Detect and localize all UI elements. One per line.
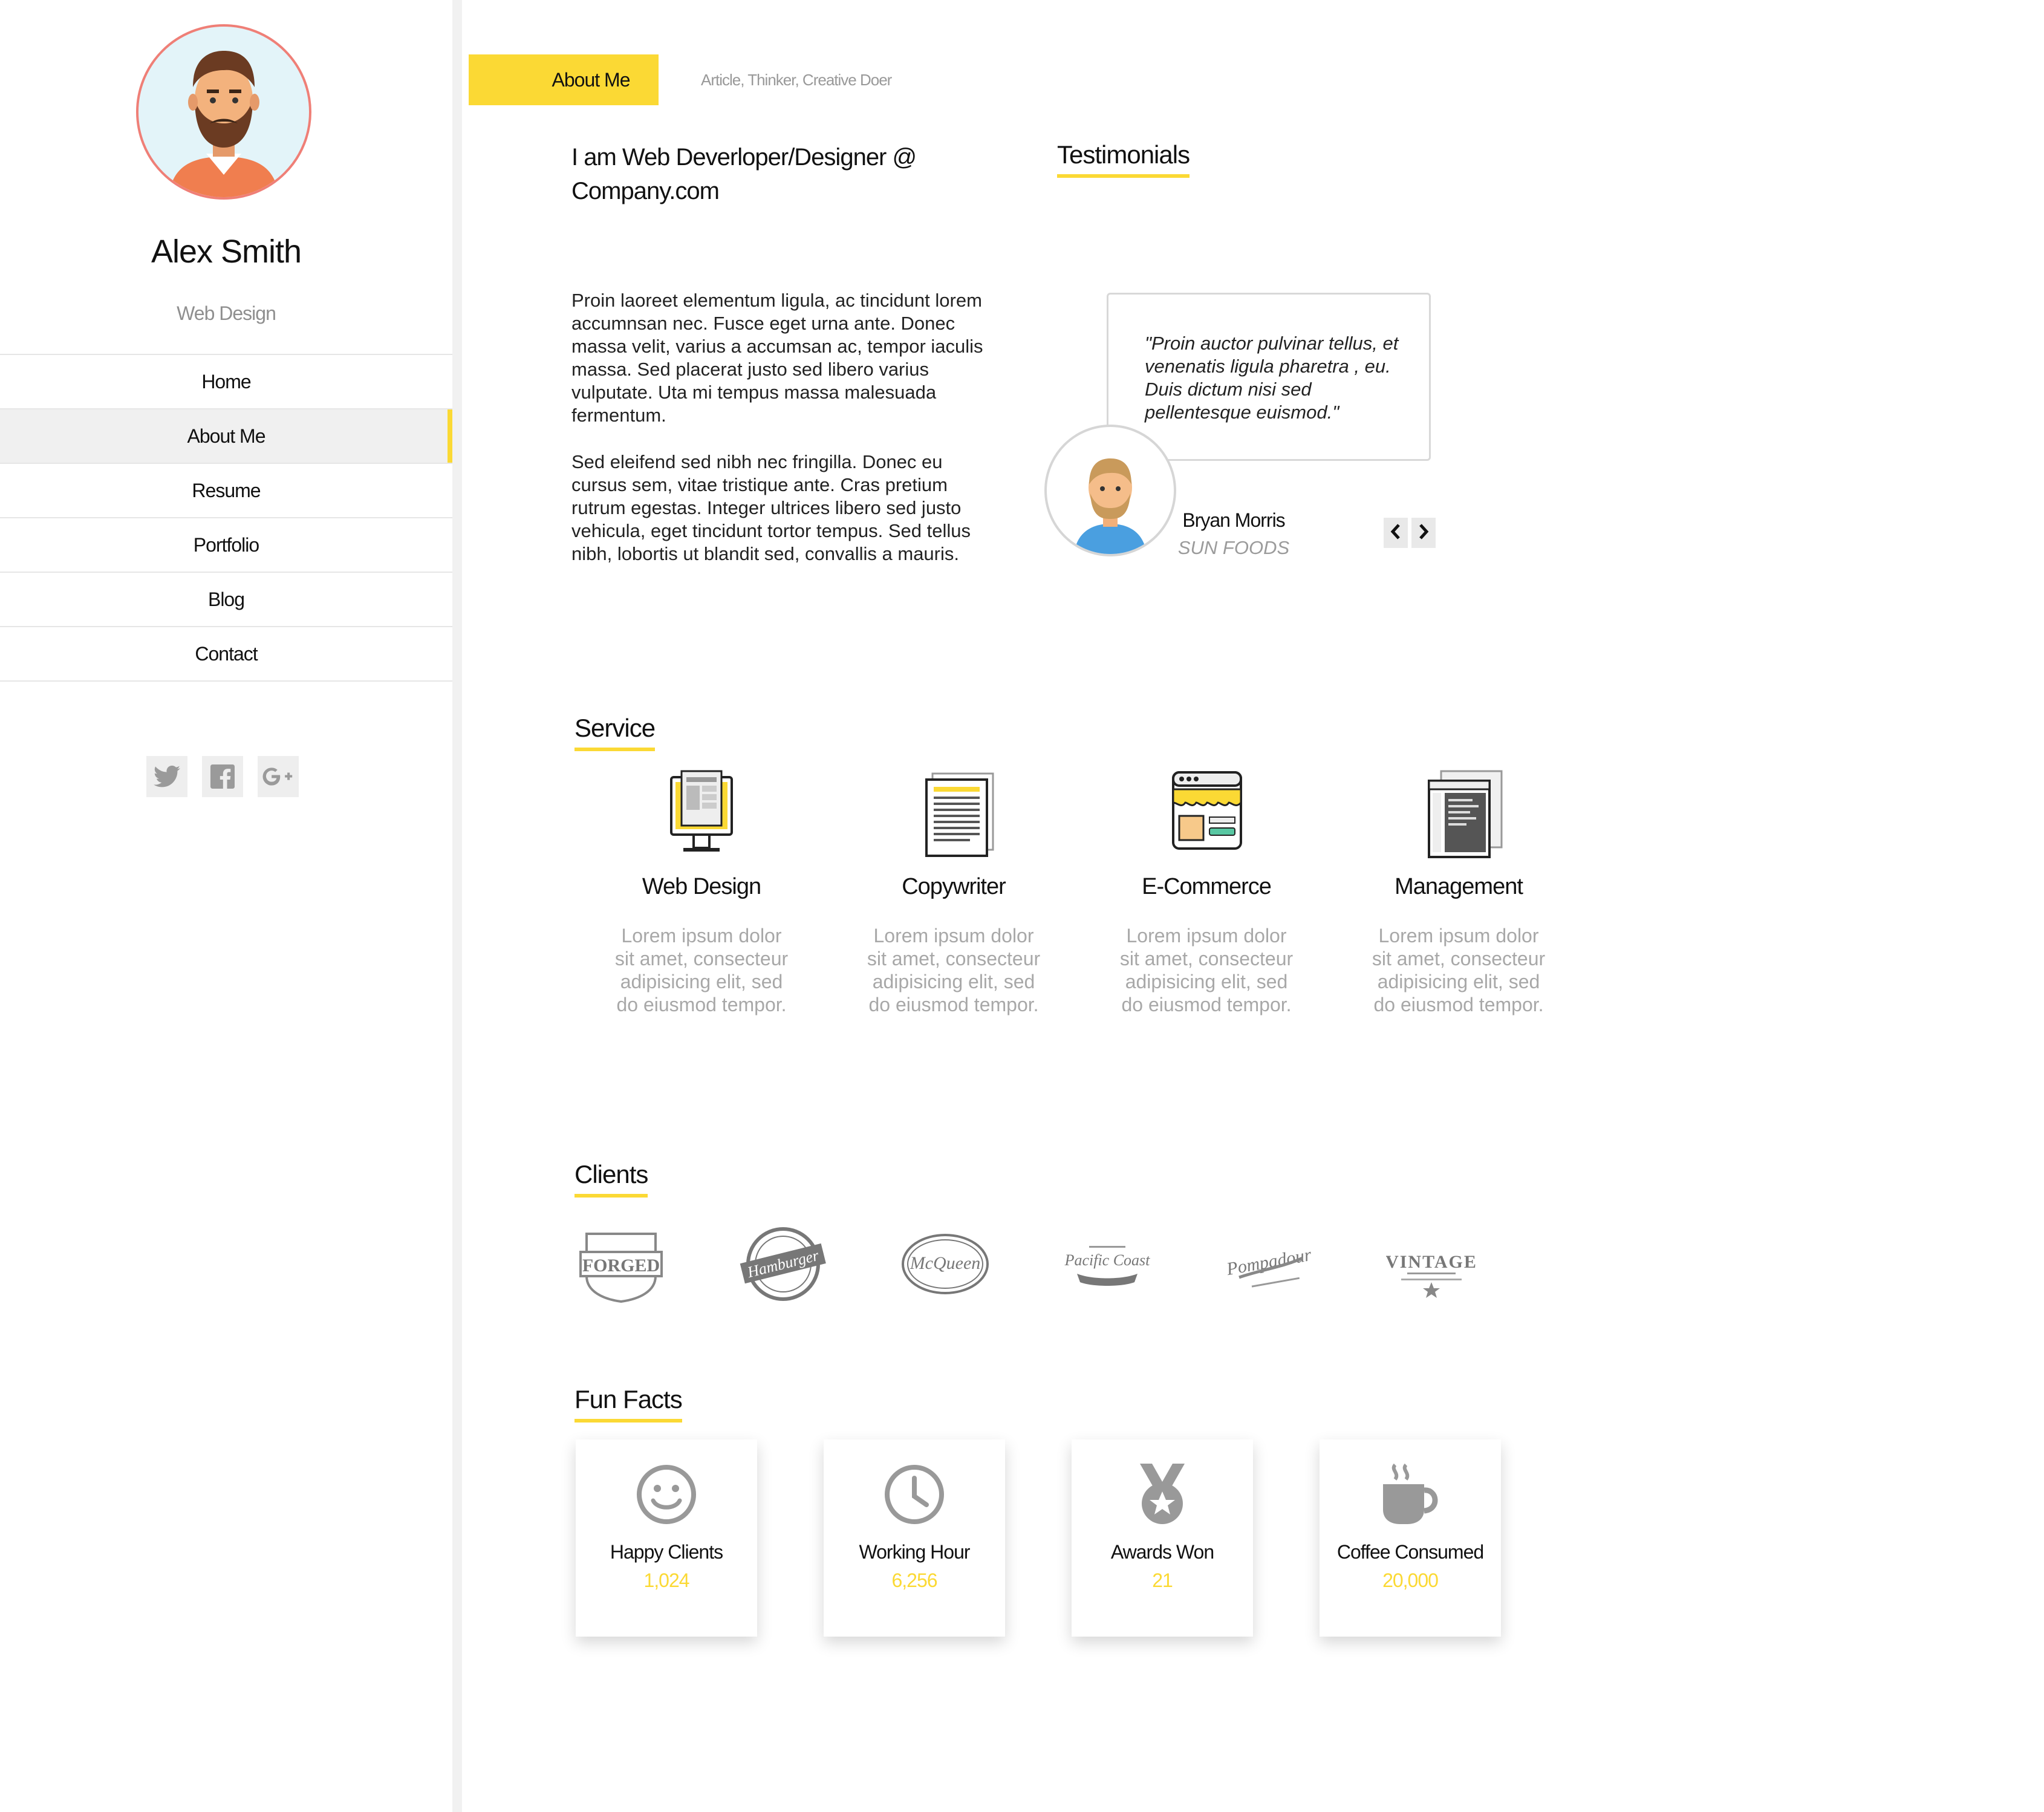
service-description: Lorem ipsum dolor sit amet, consecteur a… [614, 925, 789, 1015]
svg-text:VINTAGE: VINTAGE [1386, 1252, 1477, 1272]
testimonial-prev-button[interactable] [1384, 518, 1408, 548]
nav-item-home[interactable]: Home [0, 355, 452, 409]
fact-label: Awards Won [1110, 1541, 1214, 1563]
section-tab-bar: About Me Article, Thinker, Creative Doer [469, 54, 892, 105]
testimonial-avatar [1044, 425, 1176, 556]
client-logo-pacific-coast[interactable]: Pacific Coast [1062, 1222, 1153, 1306]
nav-item-resume[interactable]: Resume [0, 464, 452, 518]
google-plus-icon[interactable] [258, 756, 299, 797]
profile-name: Alex Smith [151, 233, 302, 270]
client-logo-vintage[interactable]: VINTAGE [1385, 1222, 1477, 1306]
testimonial-company: SUN FOODS [1177, 537, 1290, 558]
main-nav: Home About Me Resume Portfolio Blog Cont… [0, 354, 452, 682]
chevron-left-icon [1390, 523, 1402, 543]
window-stack-icon [1413, 765, 1504, 862]
service-title: E-Commerce [1142, 874, 1272, 899]
fact-card: Awards Won 21 [1072, 1439, 1253, 1637]
tab-subtitle: Article, Thinker, Creative Doer [701, 70, 892, 89]
fact-value: 1,024 [643, 1569, 689, 1591]
testimonial-quote: "Proin auctor pulvinar tellus, et venena… [1145, 333, 1399, 423]
fact-card: Happy Clients 1,024 [576, 1439, 757, 1637]
social-links [146, 756, 299, 797]
medal-icon [1129, 1461, 1196, 1528]
about-paragraph-2: Sed eleifend sed nibh nec fringilla. Don… [571, 451, 971, 564]
tab-about-me[interactable]: About Me [469, 54, 659, 105]
service-description: Lorem ipsum dolor sit amet, consecteur a… [1119, 925, 1294, 1015]
about-paragraph-1: Proin laoreet elementum ligula, ac tinci… [571, 290, 983, 426]
fun-facts-heading: Fun Facts [574, 1385, 683, 1423]
fact-card: Working Hour 6,256 [824, 1439, 1005, 1637]
service-description: Lorem ipsum dolor sit amet, consecteur a… [1372, 925, 1546, 1015]
testimonials-heading: Testimonials [1057, 140, 1190, 178]
clock-icon [881, 1461, 948, 1528]
nav-item-contact[interactable]: Contact [0, 627, 452, 682]
fact-value: 6,256 [891, 1569, 937, 1591]
service-title: Management [1395, 874, 1523, 899]
sidebar-divider [452, 0, 462, 1812]
storefront-icon [1161, 765, 1252, 862]
chevron-right-icon [1417, 523, 1430, 543]
document-icon [908, 765, 999, 862]
facebook-icon[interactable] [202, 756, 243, 797]
fact-label: Happy Clients [610, 1541, 723, 1563]
monitor-icon [656, 765, 747, 862]
svg-text:Hamburger: Hamburger [745, 1247, 821, 1282]
fact-value: 21 [1152, 1569, 1173, 1591]
profile-role: Web Design [177, 302, 276, 324]
testimonial-quote-box: "Proin auctor pulvinar tellus, et venena… [1107, 293, 1431, 461]
client-logo-mcqueen[interactable]: McQueen [900, 1222, 991, 1306]
avatar [136, 24, 311, 200]
service-title: Copywriter [902, 874, 1006, 899]
service-item: Copywriter Lorem ipsum dolor sit amet, c… [845, 765, 1063, 1016]
nav-item-about-me[interactable]: About Me [0, 409, 452, 464]
coffee-cup-icon [1377, 1461, 1443, 1528]
client-logo-pompadour[interactable]: Pompadour [1224, 1222, 1315, 1306]
fact-label: Coffee Consumed [1336, 1541, 1484, 1563]
fact-card: Coffee Consumed 20,000 [1320, 1439, 1501, 1637]
smiley-icon [633, 1461, 700, 1528]
service-description: Lorem ipsum dolor sit amet, consecteur a… [867, 925, 1041, 1015]
fact-value: 20,000 [1382, 1569, 1439, 1591]
twitter-icon[interactable] [146, 756, 187, 797]
service-title: Web Design [642, 874, 761, 899]
service-item: E-Commerce Lorem ipsum dolor sit amet, c… [1098, 765, 1315, 1016]
nav-item-blog[interactable]: Blog [0, 573, 452, 627]
about-heading: I am Web Deverloper/Designer @ Company.c… [571, 144, 917, 204]
client-logo-forged[interactable]: FORGED [576, 1222, 666, 1306]
clients-heading: Clients [574, 1160, 648, 1198]
service-item: Management Lorem ipsum dolor sit amet, c… [1350, 765, 1567, 1016]
sidebar: Alex Smith Web Design Home About Me Resu… [0, 0, 452, 1812]
testimonial-next-button[interactable] [1411, 518, 1436, 548]
client-logo-hamburger[interactable]: Hamburger [738, 1222, 828, 1306]
svg-text:Pompadour: Pompadour [1225, 1245, 1313, 1279]
testimonial-name: Bryan Morris [1182, 509, 1285, 531]
svg-text:McQueen: McQueen [910, 1253, 981, 1273]
service-item: Web Design Lorem ipsum dolor sit amet, c… [593, 765, 810, 1016]
svg-text:Pacific Coast: Pacific Coast [1064, 1251, 1151, 1269]
fact-label: Working Hour [859, 1541, 970, 1563]
svg-text:FORGED: FORGED [582, 1256, 660, 1276]
service-heading: Service [574, 714, 656, 751]
nav-item-portfolio[interactable]: Portfolio [0, 518, 452, 573]
